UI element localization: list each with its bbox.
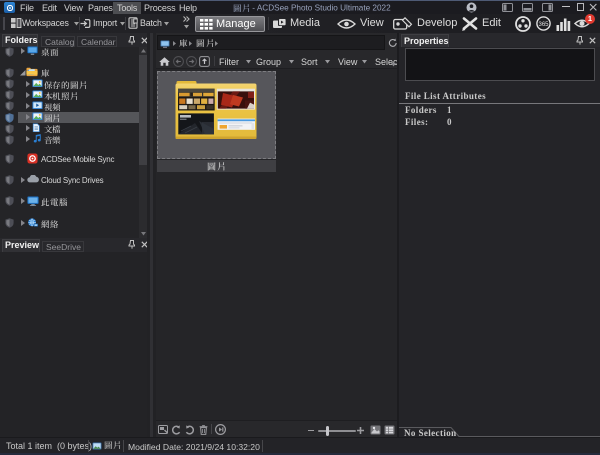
svg-text:365: 365 xyxy=(538,22,549,28)
